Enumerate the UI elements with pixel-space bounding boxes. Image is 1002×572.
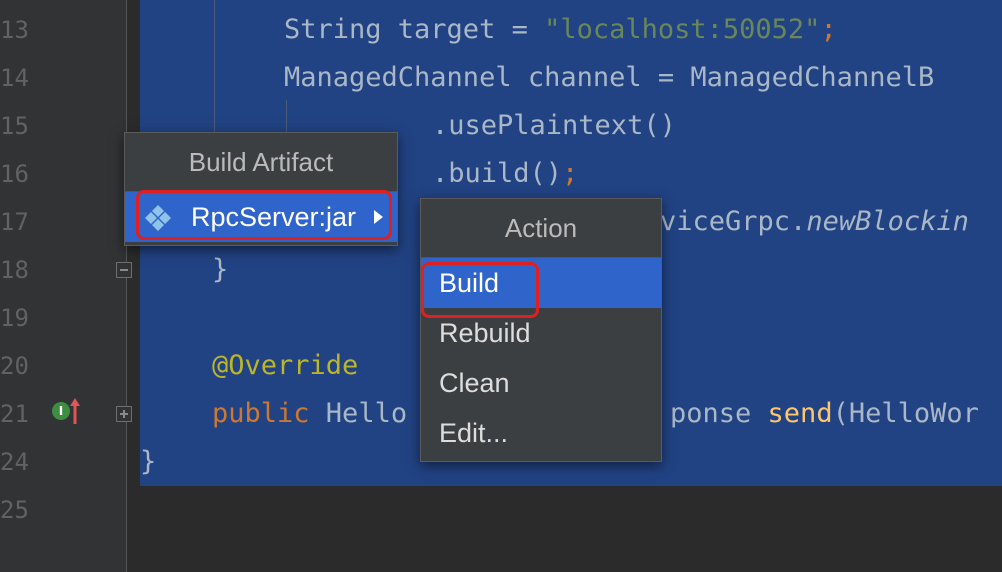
code-line-20: @Override — [212, 350, 359, 381]
code-line-17: viceGrpc.newBlockin — [660, 206, 969, 237]
code-line-18: } — [212, 254, 229, 285]
action-edit[interactable]: Edit... — [421, 408, 661, 458]
action-popup: Action Build Rebuild Clean Edit... — [420, 198, 662, 462]
highlight-build — [421, 262, 539, 318]
line-number: 20 — [0, 352, 29, 380]
code-line-13: String target = "localhost:50052"; — [284, 14, 837, 45]
line-number: 19 — [0, 304, 29, 332]
highlight-rpcserver — [136, 190, 392, 240]
line-number: 17 — [0, 208, 29, 236]
code-line-24: } — [140, 446, 157, 477]
line-number: 16 — [0, 160, 29, 188]
action-clean[interactable]: Clean — [421, 358, 661, 408]
override-arrow-icon[interactable] — [70, 398, 80, 424]
implements-method-icon[interactable]: I — [52, 402, 70, 420]
fold-collapse-icon[interactable] — [116, 262, 132, 278]
line-number: 21 — [0, 400, 29, 428]
code-line-21-end: ponse send(HelloWor — [670, 398, 979, 429]
line-number: 13 — [0, 16, 29, 44]
line-number: 24 — [0, 448, 29, 476]
action-title: Action — [421, 199, 661, 258]
line-number: 15 — [0, 112, 29, 140]
line-number: 25 — [0, 496, 29, 524]
line-number: 18 — [0, 256, 29, 284]
code-line-14: ManagedChannel channel = ManagedChannelB — [284, 62, 935, 93]
code-line-21-start: public Hello — [212, 398, 408, 429]
line-number: 14 — [0, 64, 29, 92]
fold-expand-icon[interactable] — [116, 406, 132, 422]
code-line-15: .usePlaintext() — [432, 110, 676, 141]
code-line-16: .build(); — [432, 158, 579, 189]
editor-gutter: 13 14 15 16 17 18 19 20 21 24 25 I — [0, 0, 132, 572]
build-artifact-title: Build Artifact — [125, 133, 397, 192]
